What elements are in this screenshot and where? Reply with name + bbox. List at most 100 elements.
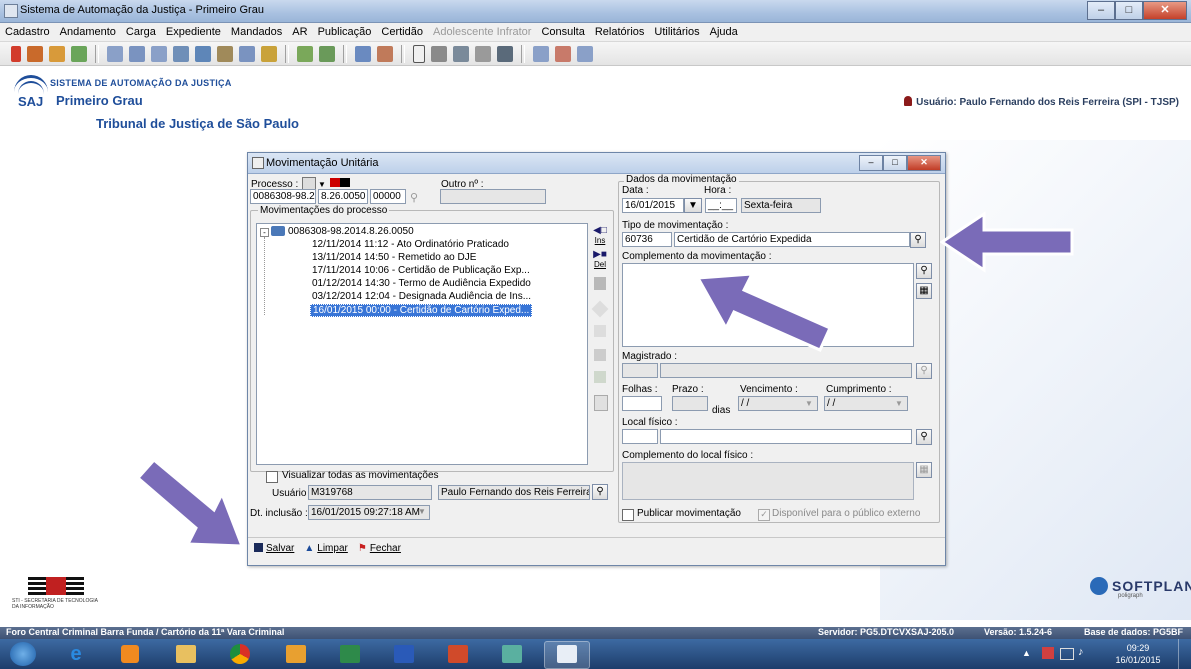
toolbar-doc3-icon[interactable] (151, 45, 167, 62)
processo-numero-field[interactable]: 0086308-98.2014 (250, 189, 316, 204)
taskbar-explorer-button[interactable] (164, 641, 208, 667)
taskbar-outlook-button[interactable] (274, 641, 318, 667)
usuario-search-button[interactable]: ⚲ (592, 484, 608, 500)
toolbar-doc13-icon[interactable] (577, 45, 593, 62)
publicar-checkbox[interactable] (622, 509, 634, 521)
tree-item[interactable]: 13/11/2014 14:50 - Remetido ao DJE (312, 252, 476, 263)
toolbar-arrow-icon[interactable] (355, 45, 371, 62)
maximize-button[interactable]: □ (1115, 1, 1143, 20)
limpar-button[interactable]: ▲ Limpar (304, 543, 347, 554)
copy-icon[interactable] (594, 277, 606, 290)
taskbar-chrome-button[interactable] (218, 641, 262, 667)
tree-item[interactable]: 12/11/2014 11:12 - Ato Ordinatório Prati… (312, 239, 509, 250)
taskbar-saj-button[interactable] (544, 641, 590, 669)
taskbar-word-button[interactable] (382, 641, 426, 667)
tree-item[interactable]: 01/12/2014 14:30 - Termo de Audiência Ex… (312, 278, 531, 289)
movimentacoes-tree[interactable]: - 0086308-98.2014.8.26.0050 12/11/2014 1… (256, 223, 588, 465)
taskbar-network-button[interactable] (490, 641, 534, 667)
tray-flag-icon[interactable] (1042, 647, 1054, 659)
delete-button[interactable]: ▶■ Del (592, 249, 608, 269)
toolbar-view-icon[interactable] (453, 45, 469, 62)
menu-carga[interactable]: Carga (121, 26, 161, 38)
data-picker-button[interactable]: ▼ (684, 198, 702, 213)
folhas-field[interactable] (622, 396, 662, 411)
salvar-button[interactable]: Salvar (254, 543, 294, 554)
menu-publicacao[interactable]: Publicação (313, 26, 377, 38)
menu-cadastro[interactable]: Cadastro (0, 26, 55, 38)
toolbar-list-icon[interactable] (261, 45, 277, 62)
tree-item[interactable]: 03/12/2014 12:04 - Designada Audiência d… (312, 291, 531, 302)
dropdown-arrow-icon[interactable]: ▼ (318, 180, 326, 189)
tray-clock[interactable]: 09:29 16/01/2015 (1108, 642, 1168, 666)
insert-button[interactable]: ◀□ Ins (592, 225, 608, 245)
toolbar-people-icon[interactable] (377, 45, 393, 62)
local-name-field[interactable] (660, 429, 912, 444)
show-desktop-button[interactable] (1178, 639, 1191, 669)
menu-utilitarios[interactable]: Utilitários (649, 26, 704, 38)
tipo-search-button[interactable]: ⚲ (910, 232, 926, 248)
menu-ajuda[interactable]: Ajuda (705, 26, 743, 38)
toolbar-doc5-icon[interactable] (195, 45, 211, 62)
dialog-minimize-button[interactable]: – (859, 155, 883, 171)
toolbar-doc8-icon[interactable] (297, 45, 313, 62)
dialog-maximize-button[interactable]: □ (883, 155, 907, 171)
menu-consulta[interactable]: Consulta (536, 26, 589, 38)
toolbar-flag-icon[interactable] (11, 45, 21, 62)
tipo-desc-field[interactable]: Certidão de Cartório Expedida (674, 232, 910, 247)
tray-volume-icon[interactable]: ♪ (1078, 646, 1084, 658)
processo-foro-field[interactable]: 8.26.0050 (318, 189, 368, 204)
toolbar-network-icon[interactable] (71, 45, 87, 62)
toolbar-doc6-icon[interactable] (217, 45, 233, 62)
dialog-close-button[interactable]: ✕ (907, 155, 941, 171)
tree-item[interactable]: 17/11/2014 10:06 - Certidão de Publicaçã… (312, 265, 530, 276)
toolbar-doc1-icon[interactable] (107, 45, 123, 62)
toolbar-doc11-icon[interactable] (533, 45, 549, 62)
search-icon[interactable]: ⚲ (410, 191, 418, 204)
menu-relatorios[interactable]: Relatórios (590, 26, 650, 38)
toolbar-doc2-icon[interactable] (129, 45, 145, 62)
start-button[interactable] (10, 642, 36, 666)
minimize-button[interactable]: – (1087, 1, 1115, 20)
toolbar-tools-icon[interactable] (475, 45, 491, 62)
menu-ar[interactable]: AR (287, 26, 312, 38)
tray-network-icon[interactable] (1060, 648, 1074, 660)
fechar-button[interactable]: ⚑ Fechar (358, 543, 401, 554)
tree-collapse-icon[interactable]: - (260, 228, 269, 237)
processo-ext-field[interactable]: 00000 (370, 189, 406, 204)
tray-expand-icon[interactable]: ▲ (1022, 648, 1031, 658)
tipo-code-field[interactable]: 60736 (622, 232, 672, 247)
close-button[interactable]: ✕ (1143, 1, 1187, 20)
data-field[interactable]: 16/01/2015 (622, 198, 684, 213)
toolbar-tag-icon[interactable] (27, 45, 43, 62)
cumprimento-label: Cumprimento : (826, 384, 892, 395)
toolbar-doc12-icon[interactable] (555, 45, 571, 62)
toolbar-page-icon[interactable] (413, 44, 425, 63)
toolbar-doc7-icon[interactable] (239, 45, 255, 62)
tree-root[interactable]: 0086308-98.2014.8.26.0050 (288, 226, 414, 237)
visualizar-checkbox[interactable] (266, 471, 278, 483)
powerpoint-icon (448, 645, 468, 663)
taskbar-powerpoint-button[interactable] (436, 641, 480, 667)
complemento-local-field (622, 462, 914, 500)
toolbar-doc9-icon[interactable] (319, 45, 335, 62)
complemento-search-button[interactable]: ⚲ (916, 263, 932, 279)
toolbar-print-icon[interactable] (497, 45, 513, 62)
menu-bar: Cadastro Andamento Carga Expediente Mand… (0, 23, 1191, 42)
taskbar-excel-button[interactable] (328, 641, 372, 667)
preview-icon[interactable] (594, 395, 608, 411)
complemento-text-button[interactable]: ▦ (916, 283, 932, 299)
toolbar-search-doc-icon[interactable] (173, 45, 189, 62)
toolbar-tag2-icon[interactable] (49, 45, 65, 62)
menu-expediente[interactable]: Expediente (161, 26, 226, 38)
menu-andamento[interactable]: Andamento (55, 26, 121, 38)
taskbar-media-button[interactable] (108, 641, 152, 667)
toolbar-doc10-icon[interactable] (431, 45, 447, 62)
tree-item-selected[interactable]: 16/01/2015 00:00 - Certidão de Cartório … (310, 304, 533, 317)
menu-mandados[interactable]: Mandados (226, 26, 287, 38)
menu-certidao[interactable]: Certidão (376, 26, 428, 38)
local-search-button[interactable]: ⚲ (916, 429, 932, 445)
outro-numero-field[interactable] (440, 189, 546, 204)
taskbar-ie-button[interactable]: e (54, 641, 98, 667)
local-code-field[interactable] (622, 429, 658, 444)
hora-field[interactable]: __:__ (705, 198, 737, 213)
